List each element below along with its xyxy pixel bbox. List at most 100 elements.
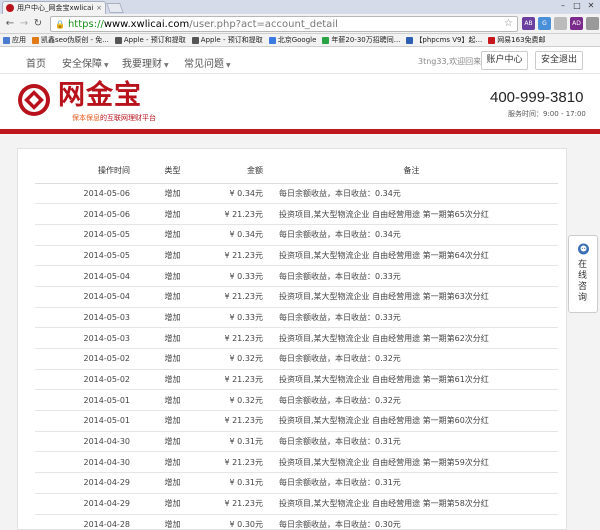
row-amount: ¥ 0.31元: [200, 431, 265, 453]
row-type: 增加: [145, 327, 200, 349]
chevron-down-icon: ▼: [104, 62, 109, 69]
bookmark-favicon-icon: [3, 36, 10, 44]
row-time: 2014-05-04: [35, 286, 145, 308]
row-time: 2014-04-29: [35, 493, 145, 515]
table-row: 2014-05-02 增加 ¥ 0.32元 每日余额收益，本日收益：0.32元: [35, 348, 558, 370]
extension-icon[interactable]: [586, 17, 599, 30]
row-time: 2014-05-01: [35, 410, 145, 432]
table-row: 2014-04-29 增加 ¥ 21.23元 投资项目,某大型物流企业 自由经营用途 …: [35, 493, 558, 515]
row-time: 2014-05-03: [35, 307, 145, 329]
address-bar[interactable]: 🔒 https://www.xwlicai.com/user.php?act=a…: [50, 16, 518, 32]
bookmark-favicon-icon: [268, 36, 276, 44]
bookmark-item[interactable]: Apple - 预订和提取: [191, 35, 263, 45]
row-note: 投资项目,某大型物流企业 自由经营用途 第一期第59次分红: [265, 451, 558, 474]
nav-faq-label: 常见问题: [184, 59, 224, 70]
reload-icon[interactable]: ↻: [31, 17, 45, 31]
row-type: 增加: [145, 431, 200, 453]
row-time: 2014-05-06: [35, 203, 145, 225]
minimize-icon[interactable]: –: [556, 0, 570, 12]
row-time: 2014-05-02: [35, 348, 145, 370]
close-tab-icon[interactable]: ×: [96, 4, 102, 12]
extension-icon[interactable]: G: [538, 17, 551, 30]
table-row: 2014-05-03 增加 ¥ 21.23元 投资项目,某大型物流企业 自由经营用途 …: [35, 327, 558, 349]
nav-invest-label: 我要理财: [122, 59, 162, 70]
maximize-icon[interactable]: □: [570, 0, 584, 12]
forward-icon[interactable]: →: [17, 17, 31, 31]
row-amount: ¥ 21.23元: [200, 327, 265, 349]
bookmark-label: 年薪20-30万招聘同...: [331, 36, 401, 44]
table-row: 2014-05-03 增加 ¥ 0.33元 每日余额收益，本日收益：0.33元: [35, 307, 558, 329]
bookmark-item[interactable]: 年薪20-30万招聘同...: [322, 35, 400, 45]
table-header-row: 操作时间 类型 金额 备注: [35, 158, 558, 184]
row-time: 2014-04-30: [35, 431, 145, 453]
extension-icon[interactable]: [554, 17, 567, 30]
extension-icons: ABGADABP: [522, 17, 600, 30]
bookmark-item[interactable]: 凯鑫seo伪原创 - 免...: [32, 35, 109, 45]
online-consult-widget[interactable]: 在线咨询: [568, 235, 598, 313]
row-amount: ¥ 21.23元: [200, 451, 265, 474]
row-time: 2014-05-05: [35, 224, 145, 246]
row-note: 每日余额收益，本日收益：0.33元: [265, 265, 558, 287]
row-note: 每日余额收益，本日收益：0.33元: [265, 307, 558, 329]
brand-header: 网金宝 保本保息的互联网理财平台 400-999-3810 服务时间：9:00 …: [0, 75, 600, 131]
close-window-icon[interactable]: ✕: [584, 0, 598, 12]
bookmark-label: 网易163免费邮: [497, 36, 546, 44]
row-amount: ¥ 0.33元: [200, 307, 265, 329]
row-amount: ¥ 0.34元: [200, 224, 265, 246]
row-amount: ¥ 0.34元: [200, 183, 265, 205]
brand-name: 网金宝: [58, 80, 142, 111]
browser-titlebar: 用户中心_网金宝xwlicai.c × – □ ✕: [0, 0, 600, 14]
customer-service-icon: [578, 243, 589, 255]
new-tab-button[interactable]: [106, 3, 124, 13]
transaction-table: 操作时间 类型 金额 备注 2014-05-06 增加 ¥ 0.34元 每日余额收益，…: [35, 158, 558, 529]
row-type: 增加: [145, 389, 200, 412]
bookmark-star-icon[interactable]: ☆: [504, 18, 513, 29]
tab-title: 用户中心_网金宝xwlicai.c: [17, 4, 95, 12]
back-icon[interactable]: ←: [3, 17, 17, 31]
lock-icon: 🔒: [55, 19, 65, 29]
row-type: 增加: [145, 369, 200, 391]
row-time: 2014-05-02: [35, 369, 145, 391]
site-nav: 首页 安全保障 ▼ 我要理财 ▼ 常见问题 ▼ 3tng33,欢迎回来 账户中心 安全…: [0, 48, 600, 74]
table-row: 2014-05-04 增加 ¥ 21.23元 投资项目,某大型物流企业 自由经营用途 …: [35, 286, 558, 308]
table-row: 2014-05-05 增加 ¥ 0.34元 每日余额收益，本日收益：0.34元: [35, 224, 558, 246]
row-type: 增加: [145, 410, 200, 432]
bookmark-item[interactable]: 北京Google: [268, 35, 316, 45]
bookmark-item[interactable]: 应用: [3, 35, 26, 45]
nav-security[interactable]: 安全保障 ▼: [62, 55, 109, 70]
row-type: 增加: [145, 265, 200, 287]
bookmark-item[interactable]: 【phpcms V9】起...: [406, 35, 482, 45]
row-amount: ¥ 0.30元: [200, 514, 265, 529]
nav-faq[interactable]: 常见问题 ▼: [184, 55, 231, 70]
url-scheme: https://: [67, 18, 104, 30]
bookmark-label: 凯鑫seo伪原创 - 免...: [41, 36, 109, 44]
table-row: 2014-05-02 增加 ¥ 21.23元 投资项目,某大型物流企业 自由经营用途 …: [35, 369, 558, 391]
row-note: 投资项目,某大型物流企业 自由经营用途 第一期第64次分红: [265, 245, 558, 267]
bookmark-item[interactable]: Apple - 预订和提取: [114, 35, 186, 45]
table-row: 2014-05-06 增加 ¥ 0.34元 每日余额收益，本日收益：0.34元: [35, 183, 558, 205]
browser-tab[interactable]: 用户中心_网金宝xwlicai.c ×: [2, 1, 106, 14]
window-controls: – □ ✕: [556, 0, 598, 12]
bookmark-favicon-icon: [114, 36, 122, 44]
nav-invest[interactable]: 我要理财 ▼: [122, 55, 169, 70]
table-row: 2014-04-30 增加 ¥ 0.31元 每日余额收益，本日收益：0.31元: [35, 431, 558, 453]
header-amount: 金额: [200, 158, 265, 184]
row-note: 投资项目,某大型物流企业 自由经营用途 第一期第61次分红: [265, 369, 558, 391]
row-type: 增加: [145, 348, 200, 370]
table-row: 2014-04-30 增加 ¥ 21.23元 投资项目,某大型物流企业 自由经营用途 …: [35, 451, 558, 474]
row-time: 2014-05-04: [35, 265, 145, 287]
bookmark-item[interactable]: 网易163免费邮: [488, 35, 546, 45]
bookmark-favicon-icon: [322, 36, 330, 44]
extension-icon[interactable]: AD: [570, 17, 583, 30]
nav-home[interactable]: 首页: [26, 55, 46, 70]
header-note: 备注: [265, 158, 558, 184]
row-time: 2014-04-28: [35, 514, 145, 529]
row-note: 投资项目,某大型物流企业 自由经营用途 第一期第63次分红: [265, 286, 558, 308]
browser-toolbar: ← → ↻ 🔒 https://www.xwlicai.com/user.php…: [0, 14, 600, 34]
table-row: 2014-05-01 增加 ¥ 21.23元 投资项目,某大型物流企业 自由经营用途 …: [35, 410, 558, 432]
row-amount: ¥ 0.32元: [200, 389, 265, 412]
brand-tagline: 保本保息的互联网理财平台: [72, 113, 156, 123]
extension-icon[interactable]: AB: [522, 17, 535, 30]
account-center-button[interactable]: 账户中心: [481, 51, 528, 70]
logout-button[interactable]: 安全退出: [535, 51, 583, 70]
